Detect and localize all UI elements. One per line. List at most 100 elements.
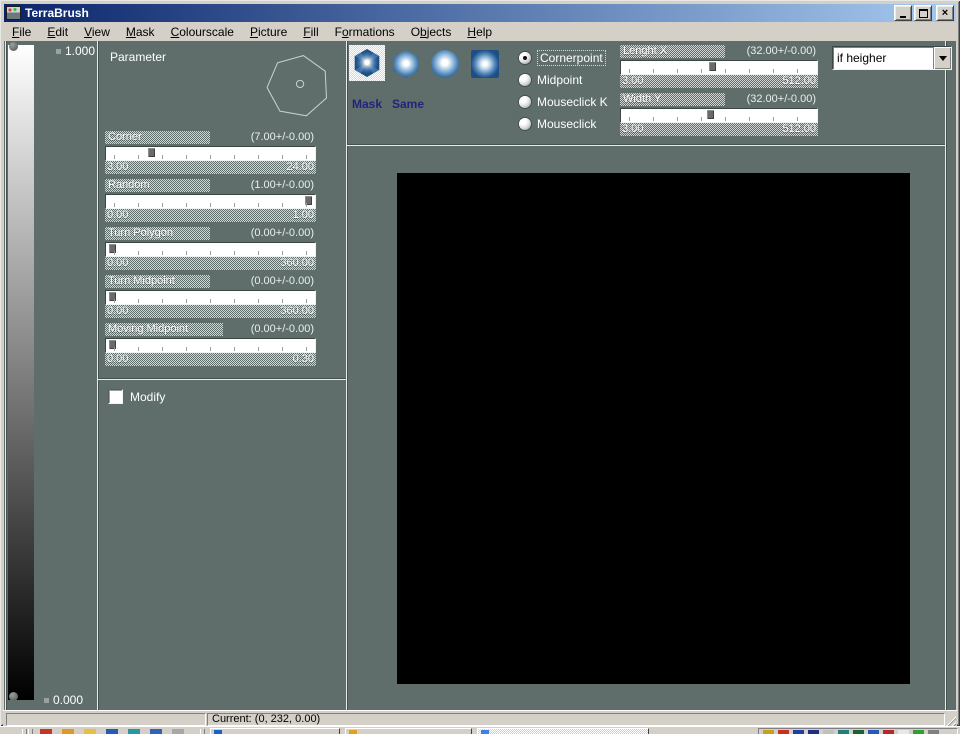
quicklaunch-icon[interactable] — [106, 729, 118, 734]
brush-shape-hexagon[interactable] — [392, 50, 420, 78]
slider-max: 360.00 — [280, 257, 316, 270]
status-panel-left — [6, 713, 206, 726]
dropdown-button[interactable] — [933, 47, 951, 69]
menu-file[interactable]: File — [4, 24, 39, 40]
slider-min: 3.00 — [620, 123, 643, 136]
menu-help[interactable]: Help — [459, 24, 500, 40]
close-icon: × — [942, 8, 948, 18]
brush-shape-circle[interactable] — [431, 50, 459, 78]
slider-track[interactable] — [105, 338, 316, 353]
tray-icon[interactable] — [853, 730, 864, 734]
colourscale-bottom-label: 0.000 — [44, 693, 83, 707]
tray-icon[interactable] — [823, 730, 834, 734]
task-button-active[interactable] — [477, 728, 649, 734]
tray-icon[interactable] — [838, 730, 849, 734]
brush-shape-square[interactable] — [471, 50, 499, 78]
slider-track[interactable] — [620, 108, 818, 123]
slider-turn-polygon: Turn Polygon(0.00+/-0.00) 0.00360.00 — [105, 227, 316, 271]
radio-mouseclick[interactable]: Mouseclick — [519, 117, 596, 131]
slider-value: (0.00+/-0.00) — [251, 275, 314, 288]
taskbar-handle[interactable] — [22, 729, 27, 734]
slider-thumb[interactable] — [305, 196, 312, 205]
slider-width-y: Width Y(32.00+/-0.00) 3.00512.00 — [620, 93, 818, 137]
tray-icon[interactable] — [808, 730, 819, 734]
taskbar-handle[interactable] — [200, 729, 205, 734]
quicklaunch-icon[interactable] — [84, 729, 96, 734]
radio-midpoint[interactable]: Midpoint — [519, 73, 582, 87]
slider-max: 512.00 — [782, 123, 818, 136]
combine-mode-dropdown[interactable]: if heigher — [832, 46, 952, 70]
tray-icon[interactable] — [793, 730, 804, 734]
slider-thumb[interactable] — [109, 292, 116, 301]
tray-icon[interactable] — [868, 730, 879, 734]
radio-icon — [519, 118, 531, 130]
divider — [346, 41, 347, 710]
divider — [5, 41, 6, 710]
tray-icon[interactable] — [763, 730, 774, 734]
minimize-button[interactable] — [894, 5, 912, 21]
slider-min: 0.00 — [105, 257, 128, 270]
mask-button[interactable]: Mask — [352, 97, 382, 111]
slider-label: Moving Midpoint — [105, 323, 223, 336]
menu-bar: File Edit View Mask Colourscale Picture … — [4, 23, 956, 41]
slider-track[interactable] — [105, 242, 316, 257]
slider-thumb[interactable] — [707, 110, 714, 119]
slider-thumb[interactable] — [109, 340, 116, 349]
slider-label: Turn Midpoint — [105, 275, 210, 288]
menu-edit[interactable]: Edit — [39, 24, 76, 40]
same-button[interactable]: Same — [392, 97, 424, 111]
tray-icon[interactable] — [928, 730, 939, 734]
colourscale-bottom-handle[interactable] — [9, 692, 18, 701]
slider-min: 3.00 — [620, 75, 643, 88]
maximize-button[interactable] — [914, 5, 932, 21]
taskbar-handle[interactable] — [28, 729, 33, 734]
menu-picture[interactable]: Picture — [242, 24, 295, 40]
quicklaunch-icon[interactable] — [128, 729, 140, 734]
radio-icon — [519, 74, 531, 86]
close-button[interactable]: × — [936, 5, 954, 21]
tray-icon[interactable] — [913, 730, 924, 734]
radio-mouseclick-k[interactable]: Mouseclick K — [519, 95, 608, 109]
dropdown-value: if heigher — [833, 51, 933, 65]
radio-cornerpoint[interactable]: Cornerpoint — [519, 51, 606, 65]
slider-thumb[interactable] — [148, 148, 155, 157]
tray-icon[interactable] — [778, 730, 789, 734]
tray-icon[interactable] — [883, 730, 894, 734]
terrain-canvas[interactable] — [397, 173, 910, 684]
task-icon — [349, 730, 357, 734]
slider-track[interactable] — [105, 290, 316, 305]
modify-label: Modify — [130, 390, 165, 404]
slider-min: 0.00 — [105, 353, 128, 366]
task-button[interactable] — [345, 728, 472, 734]
radio-icon — [519, 52, 531, 64]
app-icon — [6, 6, 21, 20]
task-button[interactable] — [210, 728, 340, 734]
quicklaunch-icon[interactable] — [62, 729, 74, 734]
divider — [97, 41, 98, 710]
quicklaunch-icon[interactable] — [172, 729, 184, 734]
menu-colourscale[interactable]: Colourscale — [163, 24, 242, 40]
slider-track[interactable] — [105, 194, 316, 209]
status-panel-current: Current: (0, 232, 0.00) — [207, 713, 945, 726]
quicklaunch-icon[interactable] — [40, 729, 52, 734]
colourscale-top-handle[interactable] — [9, 42, 18, 51]
menu-mask[interactable]: Mask — [118, 24, 163, 40]
menu-formations[interactable]: Formations — [327, 24, 403, 40]
title-bar[interactable]: TerraBrush × — [4, 4, 956, 22]
tray-icon[interactable] — [898, 730, 909, 734]
polygon-preview — [262, 53, 334, 119]
slider-thumb[interactable] — [109, 244, 116, 253]
client-area: 1.000 0.000 Parameter Corner(7.00+/-0.00… — [4, 41, 956, 710]
brush-shape-hexagon-star-selected[interactable] — [349, 45, 385, 81]
slider-thumb[interactable] — [709, 62, 716, 71]
quicklaunch-icon[interactable] — [150, 729, 162, 734]
menu-view[interactable]: View — [76, 24, 118, 40]
slider-track[interactable] — [105, 146, 316, 161]
slider-min: 0.00 — [105, 209, 128, 222]
menu-objects[interactable]: Objects — [403, 24, 460, 40]
colourscale-gradient[interactable] — [8, 45, 34, 700]
resize-grip[interactable] — [944, 714, 956, 726]
slider-track[interactable] — [620, 60, 818, 75]
modify-checkbox[interactable] — [108, 389, 123, 404]
menu-fill[interactable]: Fill — [295, 24, 326, 40]
